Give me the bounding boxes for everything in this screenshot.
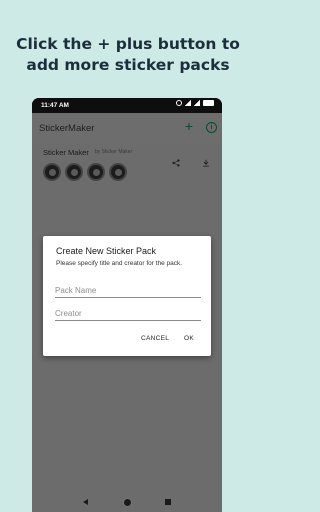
phone-frame: 11:47 AM StickerMaker + i Sticker Maker … [32, 98, 222, 512]
alarm-icon [176, 100, 182, 106]
plus-icon: + [184, 118, 194, 134]
home-icon[interactable] [123, 498, 132, 507]
info-icon: i [210, 124, 213, 131]
signal-icon [194, 100, 200, 106]
headline-line-2: add more sticker packs [26, 56, 230, 74]
promo-headline: Click the + plus button to add more stic… [0, 34, 256, 76]
pack-creator: by Sticker Maker [95, 149, 133, 155]
ok-button[interactable]: OK [184, 335, 194, 342]
status-time: 11:47 AM [41, 102, 69, 109]
share-icon[interactable] [172, 159, 180, 167]
headline-line-1: Click the + plus button to [16, 35, 240, 53]
status-icons [176, 100, 214, 106]
add-pack-button[interactable]: + [182, 119, 196, 133]
sticker-thumbnails [43, 163, 127, 181]
back-icon[interactable] [83, 499, 88, 505]
download-icon[interactable] [202, 159, 210, 167]
recents-icon[interactable] [165, 499, 171, 505]
sticker-pack-row[interactable]: Sticker Maker by Sticker Maker [32, 143, 222, 187]
status-bar: 11:47 AM [32, 98, 222, 113]
sticker-thumbnail [65, 163, 83, 181]
dialog-message: Please specify title and creator for the… [56, 260, 183, 267]
sticker-thumbnail [87, 163, 105, 181]
battery-icon [203, 100, 214, 106]
navigation-bar [32, 493, 222, 512]
cancel-button[interactable]: CANCEL [141, 335, 169, 342]
info-button[interactable]: i [206, 122, 217, 133]
creator-input[interactable] [55, 307, 201, 321]
sticker-thumbnail [43, 163, 61, 181]
sticker-thumbnail [109, 163, 127, 181]
create-pack-dialog: Create New Sticker Pack Please specify t… [43, 236, 211, 356]
app-bar: StickerMaker + i [32, 113, 222, 143]
pack-name-input[interactable] [55, 284, 201, 298]
dialog-title: Create New Sticker Pack [56, 246, 157, 256]
app-title: StickerMaker [39, 123, 95, 134]
signal-icon [185, 100, 191, 106]
app-screen: StickerMaker + i Sticker Maker by Sticke… [32, 113, 222, 512]
pack-name: Sticker Maker [43, 148, 89, 157]
